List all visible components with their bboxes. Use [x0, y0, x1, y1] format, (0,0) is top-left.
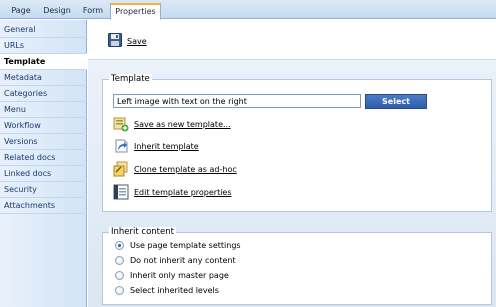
radio-label: Do not inherit any content [130, 255, 236, 265]
clone-template-link[interactable]: Clone template as ad-hoc [113, 161, 237, 177]
floppy-disk-icon [108, 33, 122, 49]
tab-design[interactable]: Design [38, 3, 76, 19]
radio-do-not-inherit[interactable]: Do not inherit any content [115, 254, 236, 266]
tab-properties[interactable]: Properties [110, 3, 161, 20]
save-as-new-template-link[interactable]: Save as new template... [113, 116, 231, 132]
tab-bar: Page Design Form Properties [0, 0, 496, 20]
inherit-content-section: Inherit content Use page template settin… [102, 227, 492, 305]
save-as-new-template-label: Save as new template... [134, 119, 231, 129]
sidebar-item-versions[interactable]: Versions [0, 134, 87, 150]
clone-template-label: Clone template as ad-hoc [134, 164, 237, 174]
radio-label: Select inherited levels [130, 285, 219, 295]
sidebar-item-workflow[interactable]: Workflow [0, 118, 87, 134]
tab-form[interactable]: Form [78, 3, 108, 19]
sidebar-item-general[interactable]: General [0, 22, 87, 38]
edit-template-properties-link[interactable]: Edit template properties [113, 184, 232, 200]
sidebar-item-related-docs[interactable]: Related docs [0, 150, 87, 166]
inherit-content-title: Inherit content [109, 227, 176, 237]
radio-button [115, 240, 124, 250]
radio-button [115, 285, 124, 295]
radio-label: Use page template settings [130, 240, 241, 250]
sidebar-item-attachments[interactable]: Attachments [0, 198, 87, 214]
radio-use-page-template-settings[interactable]: Use page template settings [115, 239, 241, 251]
save-button[interactable]: Save [108, 33, 147, 49]
radio-select-inherited-levels[interactable]: Select inherited levels [115, 284, 219, 296]
sidebar-item-template[interactable]: Template [0, 54, 87, 70]
select-button[interactable]: Select [365, 94, 427, 109]
sidebar-item-categories[interactable]: Categories [0, 86, 87, 102]
sidebar-item-security[interactable]: Security [0, 182, 87, 198]
edit-template-properties-label: Edit template properties [134, 187, 232, 197]
sidebar-item-linked-docs[interactable]: Linked docs [0, 166, 87, 182]
inherit-template-icon [113, 138, 129, 154]
template-section-title: Template [109, 74, 152, 84]
template-name-input[interactable] [113, 94, 361, 108]
inherit-template-link[interactable]: Inherit template [113, 138, 199, 154]
edit-properties-icon [113, 184, 129, 200]
tab-page[interactable]: Page [6, 3, 36, 19]
inherit-template-label: Inherit template [134, 141, 199, 151]
save-template-icon [113, 116, 129, 132]
sidebar-item-urls[interactable]: URLs [0, 38, 87, 54]
sidebar-item-menu[interactable]: Menu [0, 102, 87, 118]
template-section: Template Select Save as new template... [102, 74, 492, 212]
clone-template-icon [113, 161, 129, 177]
sidebar-item-metadata[interactable]: Metadata [0, 70, 87, 86]
toolbar: Save [88, 20, 496, 60]
save-label: Save [127, 36, 147, 46]
radio-button [115, 270, 124, 280]
main-panel: Save Template Select Save as new templat… [88, 20, 496, 307]
sidebar: General URLs Template Metadata Categorie… [0, 20, 87, 307]
radio-label: Inherit only master page [130, 270, 229, 280]
radio-inherit-only-master-page[interactable]: Inherit only master page [115, 269, 229, 281]
radio-button [115, 255, 124, 265]
